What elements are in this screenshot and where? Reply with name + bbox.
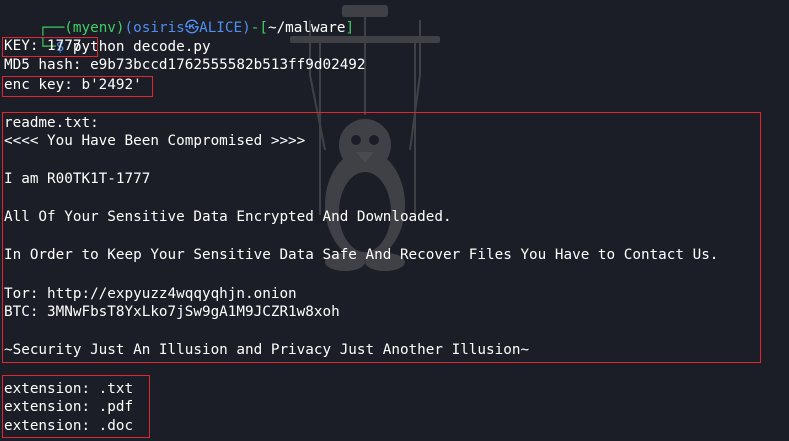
user-host-close: ) bbox=[242, 20, 251, 36]
md5-output: MD5 hash: e9b73bccd1762555582b513ff9d024… bbox=[4, 57, 366, 73]
readme-highlight-box bbox=[2, 112, 761, 363]
terminal-window[interactable]: ┌──(myenv)(osiris㉿ALICE)-[~/malware] └─$… bbox=[0, 0, 789, 441]
working-directory: ~/malware bbox=[267, 20, 346, 36]
command-line: └─$ python decode.py bbox=[4, 19, 210, 55]
extensions-highlight-box bbox=[2, 375, 150, 438]
path-open: [ bbox=[259, 20, 268, 36]
prompt-header-line: ┌──(myenv)(osiris㉿ALICE)-[~/malware] bbox=[4, 0, 354, 36]
path-close: ] bbox=[345, 20, 355, 36]
enc-key-highlight-box bbox=[2, 76, 153, 97]
key-highlight-box bbox=[2, 37, 98, 57]
